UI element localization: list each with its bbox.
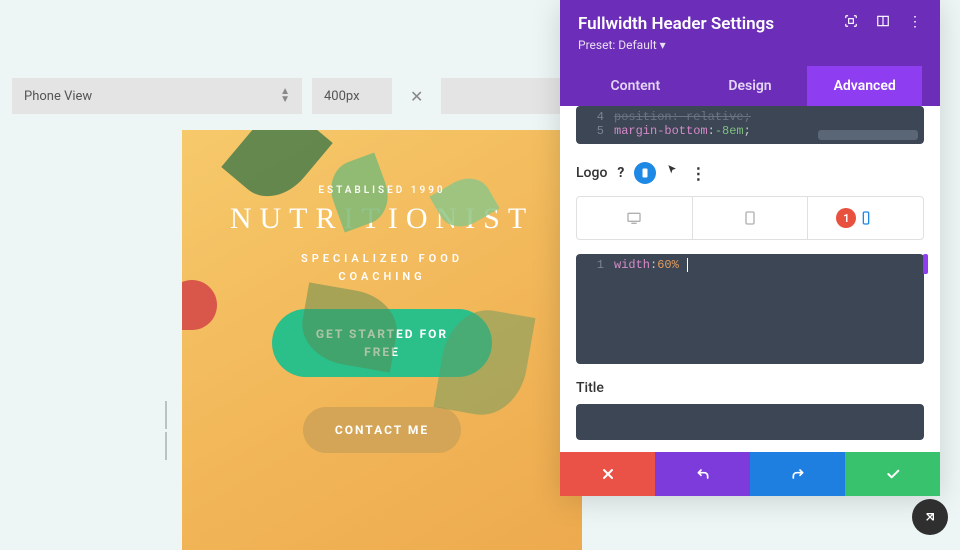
responsive-controls: Phone View ▲▼ 400px ✕ xyxy=(12,78,561,114)
panel-actions xyxy=(560,452,940,496)
view-mode-select[interactable]: Phone View ▲▼ xyxy=(12,78,302,114)
tab-design[interactable]: Design xyxy=(693,66,808,106)
cancel-button[interactable] xyxy=(560,452,655,496)
help-icon[interactable]: ? xyxy=(617,165,624,181)
device-tab-desktop[interactable] xyxy=(577,197,692,239)
phone-responsive-icon[interactable] xyxy=(634,162,656,184)
panel-body: 4position: relative; 5margin-bottom:-8em… xyxy=(560,106,940,452)
width-value: 400px xyxy=(324,89,360,104)
logo-section-header: Logo ? ⋮ xyxy=(576,162,924,184)
columns-icon[interactable] xyxy=(876,14,890,32)
panel-title: Fullwidth Header Settings xyxy=(578,14,774,34)
view-mode-value: Phone View xyxy=(24,89,92,104)
preset-selector[interactable]: Preset: Default ▾ xyxy=(578,38,774,52)
title-label: Title xyxy=(576,380,924,396)
select-chevrons-icon: ▲▼ xyxy=(280,88,290,104)
redo-button[interactable] xyxy=(750,452,845,496)
undo-button[interactable] xyxy=(655,452,750,496)
expand-icon[interactable] xyxy=(844,14,858,32)
settings-panel: Fullwidth Header Settings Preset: Defaul… xyxy=(560,0,940,496)
css-editor-top[interactable]: 4position: relative; 5margin-bottom:-8em… xyxy=(576,106,924,144)
leaf-decoration xyxy=(221,130,332,212)
established-text: ESTABLISED 1990 xyxy=(182,185,582,196)
width-input[interactable]: 400px xyxy=(312,78,392,114)
resize-handle[interactable] xyxy=(156,401,176,460)
subtitle: SPECIALIZED FOOD COACHING xyxy=(182,250,582,285)
contact-me-button[interactable]: CONTACT ME xyxy=(303,407,461,453)
section-more-icon[interactable]: ⋮ xyxy=(690,164,706,183)
fruit-decoration xyxy=(182,280,217,330)
settings-tabs: Content Design Advanced xyxy=(578,66,922,106)
tab-advanced[interactable]: Advanced xyxy=(807,66,922,106)
device-tabs: 1 xyxy=(576,196,924,240)
scrollbar-thumb[interactable] xyxy=(923,254,928,274)
hover-icon[interactable] xyxy=(666,164,680,182)
chevron-down-icon: ▾ xyxy=(660,38,666,52)
device-tab-phone[interactable]: 1 xyxy=(807,197,923,239)
expand-fab[interactable] xyxy=(912,499,948,535)
panel-header: Fullwidth Header Settings Preset: Defaul… xyxy=(560,0,940,106)
height-input[interactable] xyxy=(441,78,561,114)
save-button[interactable] xyxy=(845,452,940,496)
device-tab-tablet[interactable] xyxy=(692,197,808,239)
css-editor-title[interactable] xyxy=(576,404,924,440)
phone-preview: ESTABLISED 1990 NUTRITIONIST SPECIALIZED… xyxy=(182,130,582,550)
preview-area: ESTABLISED 1990 NUTRITIONIST SPECIALIZED… xyxy=(156,130,582,550)
close-icon[interactable]: ✕ xyxy=(402,87,431,106)
title-section: Title xyxy=(576,380,924,440)
css-editor-logo[interactable]: 1width:60% xyxy=(576,254,924,364)
badge-count: 1 xyxy=(836,208,856,228)
more-icon[interactable]: ⋮ xyxy=(908,14,922,32)
logo-label: Logo xyxy=(576,165,607,181)
tab-content[interactable]: Content xyxy=(578,66,693,106)
